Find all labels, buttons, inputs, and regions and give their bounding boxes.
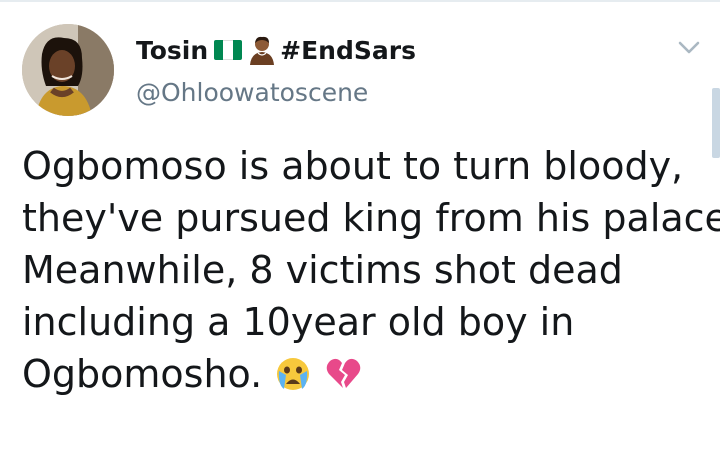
crying-face-icon [277, 358, 310, 390]
tweet-line: they've pursued king from his palace. [22, 196, 720, 240]
avatar[interactable] [22, 24, 114, 116]
hashtag[interactable]: #EndSars [280, 36, 416, 65]
tweet-text: Ogbomoso is about to turn bloody, they'v… [22, 140, 720, 400]
tweet-line: including a 10year old boy in [22, 300, 575, 344]
user-handle[interactable]: @Ohloowatoscene [136, 78, 368, 107]
person-raising-hand-icon [250, 36, 275, 65]
user-name-row[interactable]: Tosin #EndSars [136, 30, 416, 70]
avatar-photo [22, 24, 114, 116]
tweet-last-line: Ogbomosho. [22, 348, 712, 400]
display-name: Tosin [136, 35, 209, 65]
tweet-card: Tosin #EndSars @Ohloowatoscene Ogbomoso … [0, 0, 720, 457]
divider [0, 0, 720, 2]
tweet-line: Ogbomosho. [22, 352, 263, 396]
tweet-line: Ogbomoso is about to turn bloody, [22, 144, 684, 188]
tweet-line: Meanwhile, 8 victims shot dead [22, 248, 623, 292]
scrollbar[interactable] [712, 88, 720, 158]
chevron-down-icon[interactable] [676, 36, 702, 58]
nigeria-flag-icon [214, 40, 243, 60]
broken-heart-icon [327, 358, 361, 388]
